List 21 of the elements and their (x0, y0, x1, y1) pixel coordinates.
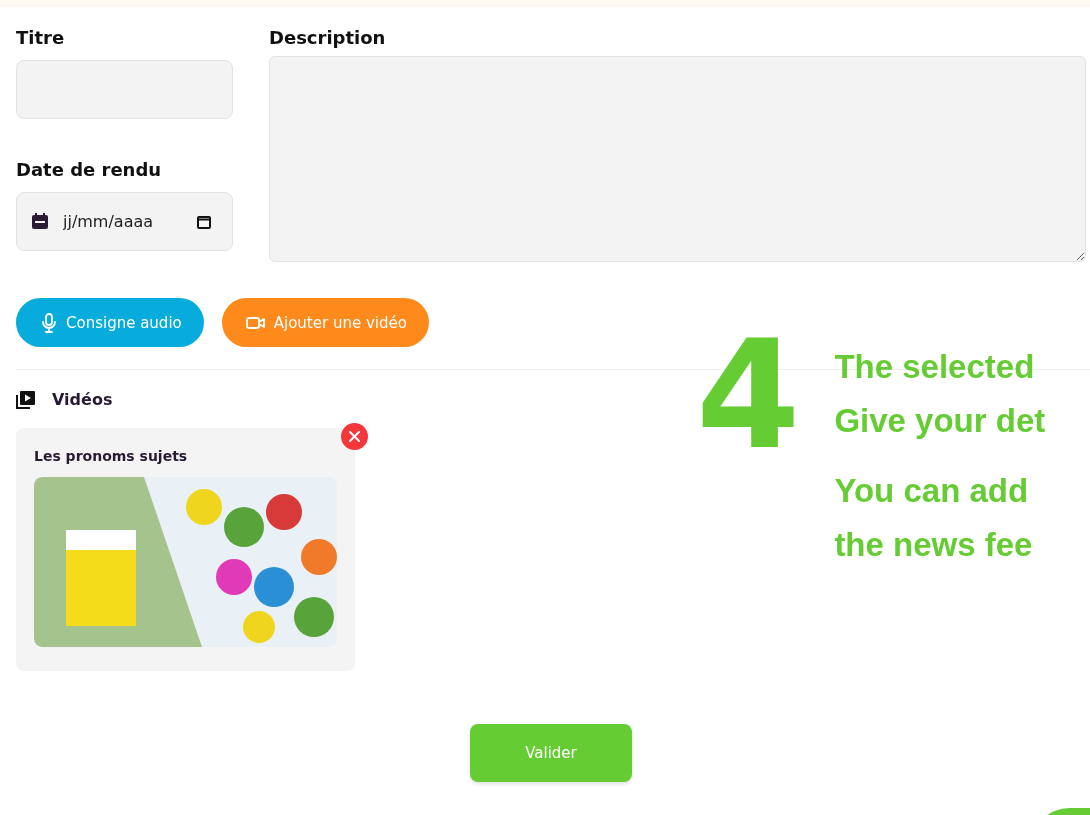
field-label: Date de rendu (16, 159, 163, 180)
calendar-picker-icon[interactable] (197, 215, 211, 229)
video-button[interactable]: Ajouter une vidéo (221, 298, 429, 347)
tutorial-text: You can add the news fee (834, 471, 1034, 565)
title-input-field[interactable] (16, 60, 233, 119)
microphone-icon (40, 312, 58, 333)
step-number: 4 (696, 336, 801, 454)
submit-button[interactable]: Valider (470, 724, 632, 782)
remove-button[interactable] (341, 423, 368, 450)
description-field[interactable] (269, 56, 1086, 262)
video-camera-icon (245, 314, 266, 331)
field-label: Description (269, 27, 387, 48)
audio-button[interactable]: Consigne audio (16, 298, 204, 347)
date-field[interactable]: jj/mm/aaaa (16, 192, 233, 251)
field-label: Titre (16, 27, 66, 48)
section-heading: Vidéos (52, 390, 113, 409)
close-icon (349, 431, 360, 442)
video-title: Les pronoms sujets (34, 448, 189, 464)
tutorial-text: The selected Give your det (834, 347, 1046, 441)
video-library-icon (16, 390, 35, 409)
calendar-icon (31, 212, 49, 230)
